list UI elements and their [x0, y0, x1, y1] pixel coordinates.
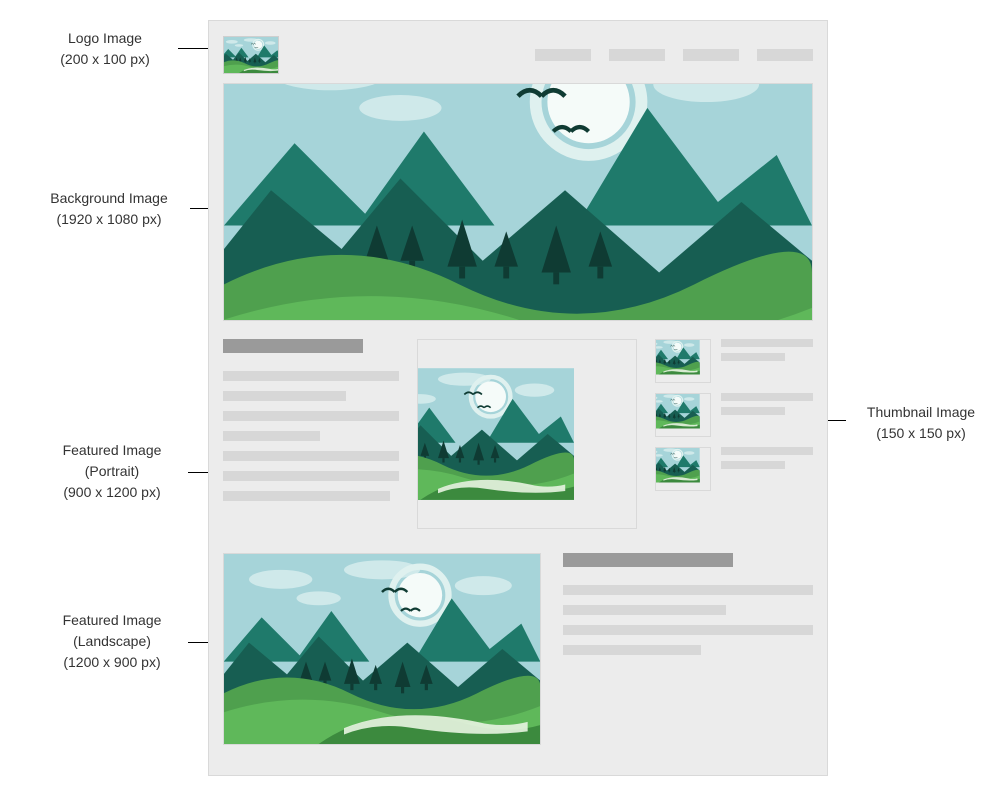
thumbnail-text [721, 339, 813, 367]
thumbnail-text [721, 447, 813, 475]
page-header [223, 35, 813, 75]
callout-landscape-title: Featured Image [32, 610, 192, 631]
text-line [223, 431, 320, 441]
nav-item [609, 49, 665, 61]
callout-portrait-subtitle: (Portrait) [32, 461, 192, 482]
text-line [721, 339, 813, 347]
landscape-icon [224, 554, 540, 744]
callout-logo-dims: (200 x 100 px) [30, 49, 180, 70]
thumbnail-text [721, 393, 813, 421]
callout-landscape-subtitle: (Landscape) [32, 631, 192, 652]
callout-thumbnail: Thumbnail Image (150 x 150 px) [846, 402, 996, 444]
text-line [563, 605, 726, 615]
callout-portrait: Featured Image (Portrait) (900 x 1200 px… [32, 440, 192, 503]
text-line [721, 447, 813, 455]
featured-image-landscape [223, 553, 541, 745]
callout-thumbnail-title: Thumbnail Image [846, 402, 996, 423]
callout-background: Background Image (1920 x 1080 px) [24, 188, 194, 230]
callout-logo: Logo Image (200 x 100 px) [30, 28, 180, 70]
callout-background-title: Background Image [24, 188, 194, 209]
callout-background-dims: (1920 x 1080 px) [24, 209, 194, 230]
thumbnail-column [655, 339, 813, 529]
thumbnail-row [655, 393, 813, 437]
callout-portrait-title: Featured Image [32, 440, 192, 461]
text-column [563, 553, 813, 745]
nav-item [535, 49, 591, 61]
landscape-icon [418, 340, 636, 528]
text-line [563, 585, 813, 595]
text-line [563, 645, 701, 655]
thumbnail-row [655, 447, 813, 491]
text-line [223, 411, 399, 421]
landscape-icon [224, 37, 278, 73]
text-line [223, 451, 399, 461]
callout-thumbnail-dims: (150 x 150 px) [846, 423, 996, 444]
callout-landscape: Featured Image (Landscape) (1200 x 900 p… [32, 610, 192, 673]
text-line [721, 407, 785, 415]
text-column [223, 339, 399, 529]
thumbnail-image [655, 339, 711, 383]
content-row-1 [223, 339, 813, 529]
callout-portrait-dims: (900 x 1200 px) [32, 482, 192, 503]
text-line [721, 461, 785, 469]
callout-logo-title: Logo Image [30, 28, 180, 49]
thumbnail-row [655, 339, 813, 383]
thumbnail-image [655, 447, 711, 491]
logo-image [223, 36, 279, 74]
thumbnail-image [655, 393, 711, 437]
nav-item [757, 49, 813, 61]
wireframe-page [208, 20, 828, 776]
text-line [223, 471, 399, 481]
nav-links [535, 49, 813, 61]
text-line [721, 393, 813, 401]
text-line [223, 371, 399, 381]
heading-placeholder [223, 339, 363, 353]
text-line [223, 491, 390, 501]
nav-item [683, 49, 739, 61]
featured-image-portrait [417, 339, 637, 529]
background-image [223, 83, 813, 321]
callout-landscape-dims: (1200 x 900 px) [32, 652, 192, 673]
text-line [223, 391, 346, 401]
landscape-icon [224, 84, 812, 320]
heading-placeholder [563, 553, 733, 567]
content-row-2 [223, 553, 813, 745]
text-line [563, 625, 813, 635]
text-line [721, 353, 785, 361]
